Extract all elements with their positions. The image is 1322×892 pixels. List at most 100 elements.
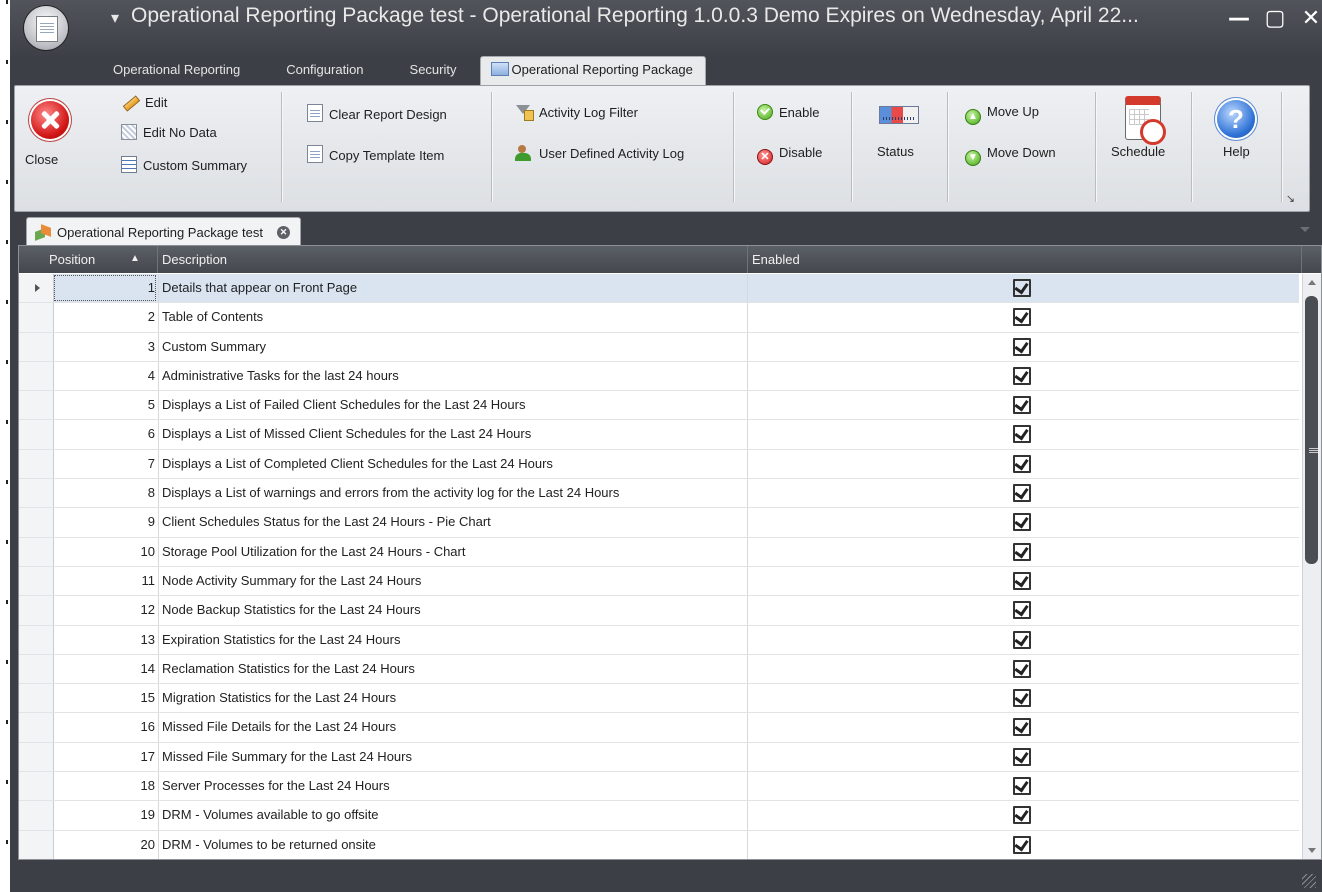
row-indicator[interactable] bbox=[19, 479, 54, 508]
row-indicator[interactable] bbox=[19, 566, 54, 596]
row-indicator[interactable] bbox=[19, 801, 54, 830]
description-cell[interactable]: Displays a List of warnings and errors f… bbox=[162, 485, 619, 500]
help-button[interactable]: ? Help bbox=[1211, 94, 1263, 174]
row-indicator[interactable] bbox=[19, 391, 54, 420]
table-row[interactable]: 3 Custom Summary bbox=[19, 332, 1299, 362]
row-indicator[interactable] bbox=[19, 625, 54, 654]
move-up-button[interactable]: ▲ Move Up bbox=[965, 104, 1039, 125]
scroll-down-icon[interactable] bbox=[1308, 848, 1316, 853]
description-cell[interactable]: Administrative Tasks for the last 24 hou… bbox=[162, 368, 399, 383]
resize-grip-icon[interactable] bbox=[1302, 874, 1316, 888]
row-indicator[interactable] bbox=[19, 772, 54, 801]
description-cell[interactable]: DRM - Volumes available to go offsite bbox=[162, 807, 379, 822]
maximize-button[interactable]: ▢ bbox=[1264, 6, 1286, 31]
table-row[interactable]: 1 Details that appear on Front Page bbox=[19, 274, 1299, 304]
row-indicator[interactable] bbox=[19, 684, 54, 713]
row-indicator[interactable] bbox=[19, 274, 54, 303]
user-defined-activity-log-button[interactable]: User Defined Activity Log bbox=[515, 145, 684, 161]
description-cell[interactable]: Displays a List of Missed Client Schedul… bbox=[162, 426, 531, 441]
table-row[interactable]: 5 Displays a List of Failed Client Schedu… bbox=[19, 391, 1299, 421]
application-menu-button[interactable] bbox=[24, 6, 68, 50]
enabled-checkbox[interactable] bbox=[1013, 366, 1031, 385]
table-row[interactable]: 17 Missed File Summary for the Last 24 Ho… bbox=[19, 742, 1299, 773]
enabled-checkbox[interactable] bbox=[1013, 484, 1031, 503]
table-row[interactable]: 6 Displays a List of Missed Client Schedu… bbox=[19, 420, 1299, 450]
enabled-checkbox[interactable] bbox=[1013, 601, 1031, 620]
description-cell[interactable]: Missed File Details for the Last 24 Hour… bbox=[162, 719, 396, 734]
description-cell[interactable]: Expiration Statistics for the Last 24 Ho… bbox=[162, 632, 400, 647]
close-button[interactable]: Close bbox=[23, 94, 75, 174]
enabled-checkbox[interactable] bbox=[1013, 806, 1031, 825]
enabled-checkbox[interactable] bbox=[1013, 454, 1031, 473]
column-header-position[interactable]: Position bbox=[49, 252, 95, 267]
enabled-checkbox[interactable] bbox=[1013, 689, 1031, 708]
activity-log-filter-button[interactable]: Activity Log Filter bbox=[515, 104, 638, 121]
description-cell[interactable]: Client Schedules Status for the Last 24 … bbox=[162, 514, 491, 529]
enabled-checkbox[interactable] bbox=[1013, 513, 1031, 532]
scroll-up-icon[interactable] bbox=[1308, 280, 1316, 285]
description-cell[interactable]: Storage Pool Utilization for the Last 24… bbox=[162, 544, 465, 559]
description-cell[interactable]: Missed File Summary for the Last 24 Hour… bbox=[162, 749, 412, 764]
description-cell[interactable]: Details that appear on Front Page bbox=[162, 280, 357, 295]
tab-list-dropdown-icon[interactable] bbox=[1300, 227, 1310, 232]
description-cell[interactable]: Displays a List of Completed Client Sche… bbox=[162, 456, 553, 471]
vertical-scrollbar[interactable] bbox=[1302, 274, 1321, 859]
enabled-checkbox[interactable] bbox=[1013, 337, 1031, 356]
enabled-checkbox[interactable] bbox=[1013, 396, 1031, 415]
row-indicator[interactable] bbox=[19, 654, 54, 684]
enabled-checkbox[interactable] bbox=[1013, 571, 1031, 590]
enabled-checkbox[interactable] bbox=[1013, 835, 1031, 854]
row-indicator[interactable] bbox=[19, 830, 54, 859]
row-indicator[interactable] bbox=[19, 537, 54, 566]
table-row[interactable]: 15 Migration Statistics for the Last 24 H… bbox=[19, 684, 1299, 714]
enable-button[interactable]: Enable bbox=[757, 104, 819, 120]
table-row[interactable]: 20 DRM - Volumes to be returned onsite bbox=[19, 830, 1299, 859]
description-cell[interactable]: Server Processes for the Last 24 Hours bbox=[162, 778, 390, 793]
enabled-checkbox[interactable] bbox=[1013, 542, 1031, 561]
table-row[interactable]: 4 Administrative Tasks for the last 24 ho… bbox=[19, 361, 1299, 392]
description-cell[interactable]: Table of Contents bbox=[162, 309, 263, 324]
row-indicator[interactable] bbox=[19, 596, 54, 625]
row-indicator[interactable] bbox=[19, 508, 54, 537]
column-divider[interactable] bbox=[747, 246, 748, 273]
table-row[interactable]: 14 Reclamation Statistics for the Last 24… bbox=[19, 654, 1299, 685]
disable-button[interactable]: ✕ Disable bbox=[757, 145, 822, 165]
description-cell[interactable]: DRM - Volumes to be returned onsite bbox=[162, 837, 376, 852]
enabled-checkbox[interactable] bbox=[1013, 659, 1031, 678]
enabled-checkbox[interactable] bbox=[1013, 279, 1031, 297]
column-header-description[interactable]: Description bbox=[162, 252, 227, 267]
tab-security[interactable]: Security bbox=[387, 56, 480, 86]
table-row[interactable]: 16 Missed File Details for the Last 24 Ho… bbox=[19, 713, 1299, 743]
column-header-enabled[interactable]: Enabled bbox=[752, 252, 800, 267]
description-cell[interactable]: Displays a List of Failed Client Schedul… bbox=[162, 397, 525, 412]
move-down-button[interactable]: ▼ Move Down bbox=[965, 145, 1056, 166]
status-button[interactable]: Status bbox=[867, 94, 931, 174]
tab-operational-reporting[interactable]: Operational Reporting bbox=[90, 56, 263, 86]
table-row[interactable]: 13 Expiration Statistics for the Last 24 … bbox=[19, 625, 1299, 655]
table-row[interactable]: 10 Storage Pool Utilization for the Last … bbox=[19, 537, 1299, 567]
scrollbar-thumb[interactable] bbox=[1305, 296, 1318, 564]
table-row[interactable]: 11 Node Activity Summary for the Last 24 … bbox=[19, 566, 1299, 597]
table-row[interactable]: 18 Server Processes for the Last 24 Hours bbox=[19, 772, 1299, 802]
schedule-button[interactable]: Schedule bbox=[1111, 94, 1177, 174]
enabled-checkbox[interactable] bbox=[1013, 777, 1031, 796]
column-divider[interactable] bbox=[157, 246, 158, 273]
table-row[interactable]: 8 Displays a List of warnings and errors … bbox=[19, 479, 1299, 509]
row-indicator[interactable] bbox=[19, 420, 54, 449]
edit-button[interactable]: Edit bbox=[121, 94, 167, 110]
document-tab-package-test[interactable]: Operational Reporting Package test ✕ bbox=[26, 217, 301, 246]
table-row[interactable]: 9 Client Schedules Status for the Last 24… bbox=[19, 508, 1299, 538]
description-cell[interactable]: Custom Summary bbox=[162, 339, 266, 354]
table-row[interactable]: 12 Node Backup Statistics for the Last 24… bbox=[19, 596, 1299, 626]
tab-configuration[interactable]: Configuration bbox=[263, 56, 386, 86]
copy-template-item-button[interactable]: Copy Template Item bbox=[307, 145, 444, 163]
description-cell[interactable]: Node Backup Statistics for the Last 24 H… bbox=[162, 602, 421, 617]
tab-operational-reporting-package[interactable]: Operational Reporting Package bbox=[479, 56, 706, 86]
close-tab-icon[interactable]: ✕ bbox=[276, 225, 290, 239]
minimize-button[interactable]: — bbox=[1228, 6, 1250, 31]
table-row[interactable]: 7 Displays a List of Completed Client Sch… bbox=[19, 449, 1299, 480]
row-indicator[interactable] bbox=[19, 303, 54, 332]
custom-summary-button[interactable]: Custom Summary bbox=[121, 156, 247, 173]
dialog-launcher-icon[interactable]: ↘ bbox=[1286, 192, 1295, 205]
row-indicator[interactable] bbox=[19, 332, 54, 361]
